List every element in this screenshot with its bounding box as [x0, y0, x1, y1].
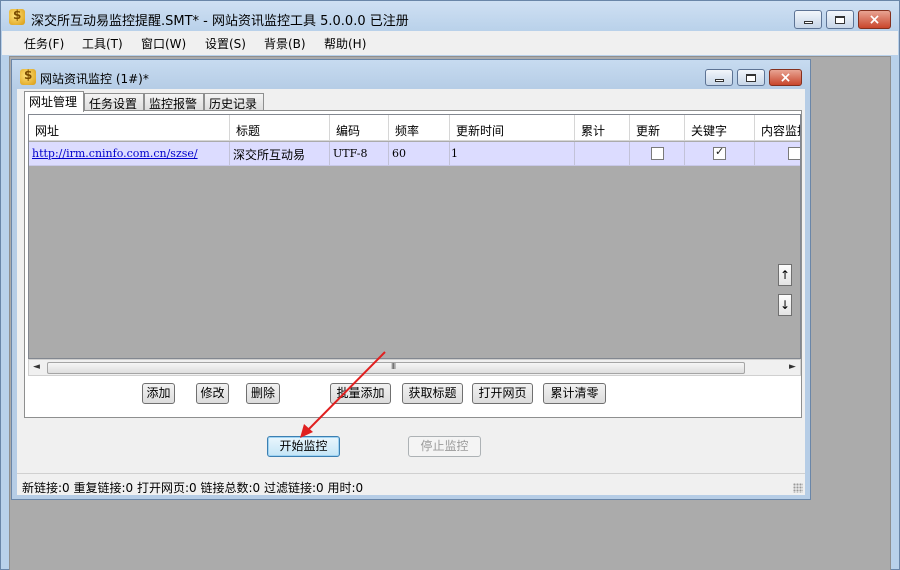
col-header-update[interactable]: 更新 [630, 115, 685, 141]
batch-add-button[interactable]: 批量添加 [330, 383, 391, 404]
fetch-title-button[interactable]: 获取标题 [402, 383, 463, 404]
add-button[interactable]: 添加 [142, 383, 175, 404]
col-header-title[interactable]: 标题 [230, 115, 330, 141]
menu-window[interactable]: 窗口(W) [141, 35, 186, 52]
cell-title: 深交所互动易 [230, 142, 330, 165]
scroll-right-icon[interactable]: ► [789, 362, 796, 372]
move-down-button[interactable]: ↓ [778, 294, 792, 316]
close-icon: × [868, 11, 881, 28]
tab-panel-url-manage: 网址 标题 编码 频率 更新时间 累计 更新 关键字 内容监控 http://i… [24, 110, 802, 418]
edit-button[interactable]: 修改 [196, 383, 229, 404]
scroll-left-icon[interactable]: ◄ [33, 362, 40, 372]
scrollbar-thumb[interactable]: III [47, 362, 745, 374]
tab-url-manage[interactable]: 网址管理 [24, 91, 84, 112]
horizontal-scrollbar[interactable]: ◄ III ► [28, 359, 801, 376]
menu-task[interactable]: 任务(F) [24, 35, 64, 52]
status-bar: 新链接:0 重复链接:0 打开网页:0 链接总数:0 过滤链接:0 用时:0 [17, 473, 805, 495]
minimize-icon [803, 21, 813, 24]
restore-icon [746, 73, 756, 82]
cell-url[interactable]: http://irm.cninfo.com.cn/szse/ [29, 142, 230, 165]
restore-button[interactable] [826, 10, 854, 29]
col-header-keyword[interactable]: 关键字 [685, 115, 755, 141]
tab-monitor-alarm[interactable]: 监控报警 [144, 93, 204, 111]
stop-monitor-button[interactable]: 停止监控 [408, 436, 481, 457]
tab-task-settings[interactable]: 任务设置 [84, 93, 144, 111]
cell-content-monitor [755, 142, 800, 165]
col-header-update-time[interactable]: 更新时间 [450, 115, 575, 141]
table-row[interactable]: http://irm.cninfo.com.cn/szse/ 深交所互动易 UT… [29, 142, 800, 166]
child-window-title: 网站资讯监控 (1#)* [40, 72, 149, 86]
col-header-frequency[interactable]: 频率 [389, 115, 450, 141]
menu-help[interactable]: 帮助(H) [324, 35, 366, 52]
tab-history[interactable]: 历史记录 [204, 93, 264, 111]
menu-tools[interactable]: 工具(T) [82, 35, 123, 52]
child-window-icon [20, 68, 36, 85]
minimize-icon [714, 79, 724, 82]
window-title: 深交所互动易监控提醒.SMT* - 网站资讯监控工具 5.0.0.0 已注册 [31, 14, 409, 29]
content-monitor-checkbox[interactable] [788, 147, 800, 160]
clear-total-button[interactable]: 累计清零 [543, 383, 606, 404]
col-header-encoding[interactable]: 编码 [330, 115, 389, 141]
title-bar: 深交所互动易监控提醒.SMT* - 网站资讯监控工具 5.0.0.0 已注册 × [1, 1, 899, 31]
cell-keyword [685, 142, 755, 165]
child-window: 网站资讯监控 (1#)* × 网址管理 任务设置 监控报警 历史记录 网址 标题… [11, 59, 811, 500]
col-header-url[interactable]: 网址 [29, 115, 230, 141]
restore-icon [835, 15, 845, 24]
close-button[interactable]: × [858, 10, 891, 29]
scroll-grip-icon: III [391, 362, 396, 371]
delete-button[interactable]: 删除 [246, 383, 280, 404]
update-checkbox[interactable] [651, 147, 664, 160]
minimize-button[interactable] [794, 10, 822, 29]
url-table: 网址 标题 编码 频率 更新时间 累计 更新 关键字 内容监控 http://i… [28, 114, 801, 359]
child-window-body: 网址管理 任务设置 监控报警 历史记录 网址 标题 编码 频率 更新时间 累计 … [17, 89, 805, 495]
table-header: 网址 标题 编码 频率 更新时间 累计 更新 关键字 内容监控 [29, 115, 800, 141]
child-minimize-button[interactable] [705, 69, 733, 86]
col-header-content-monitor[interactable]: 内容监控 [755, 115, 800, 141]
menu-settings[interactable]: 设置(S) [205, 35, 246, 52]
child-close-button[interactable]: × [769, 69, 802, 86]
status-text: 新链接:0 重复链接:0 打开网页:0 链接总数:0 过滤链接:0 用时:0 [22, 481, 364, 495]
cell-update [630, 142, 685, 165]
cell-encoding: UTF-8 [330, 142, 389, 165]
resize-grip-icon[interactable] [793, 483, 803, 493]
app-logo-icon [9, 8, 25, 25]
close-icon: × [779, 69, 792, 86]
cell-update-time: 1 [450, 142, 575, 165]
menu-background[interactable]: 背景(B) [264, 35, 306, 52]
start-monitor-button[interactable]: 开始监控 [267, 436, 340, 457]
url-link[interactable]: http://irm.cninfo.com.cn/szse/ [32, 147, 198, 160]
menu-bar: 任务(F) 工具(T) 窗口(W) 设置(S) 背景(B) 帮助(H) [2, 31, 898, 55]
keyword-checkbox[interactable] [713, 145, 726, 160]
col-header-total[interactable]: 累计 [575, 115, 630, 141]
move-up-button[interactable]: ↑ [778, 264, 792, 286]
cell-total [575, 142, 630, 165]
open-page-button[interactable]: 打开网页 [472, 383, 533, 404]
main-window: 深交所互动易监控提醒.SMT* - 网站资讯监控工具 5.0.0.0 已注册 ×… [0, 0, 900, 570]
cell-frequency: 60 [389, 142, 450, 165]
child-restore-button[interactable] [737, 69, 765, 86]
